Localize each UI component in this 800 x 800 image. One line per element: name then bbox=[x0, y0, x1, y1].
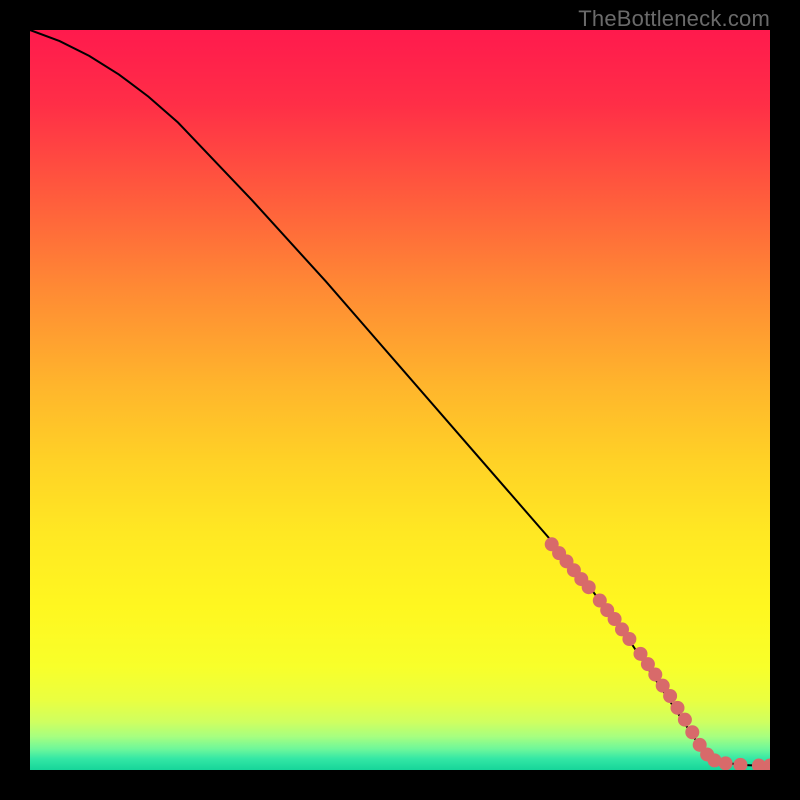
marker-dot bbox=[663, 689, 677, 703]
marker-dot bbox=[582, 580, 596, 594]
marker-dot bbox=[685, 725, 699, 739]
curve-line bbox=[30, 30, 770, 766]
chart-stage: TheBottleneck.com bbox=[0, 0, 800, 800]
watermark-text: TheBottleneck.com bbox=[578, 6, 770, 32]
marker-dot bbox=[763, 759, 770, 770]
marker-dot bbox=[678, 713, 692, 727]
curve-markers bbox=[545, 537, 770, 770]
marker-dot bbox=[622, 632, 636, 646]
plot-area bbox=[30, 30, 770, 770]
chart-svg bbox=[30, 30, 770, 770]
marker-dot bbox=[671, 701, 685, 715]
marker-dot bbox=[733, 758, 747, 770]
marker-dot bbox=[719, 756, 733, 770]
